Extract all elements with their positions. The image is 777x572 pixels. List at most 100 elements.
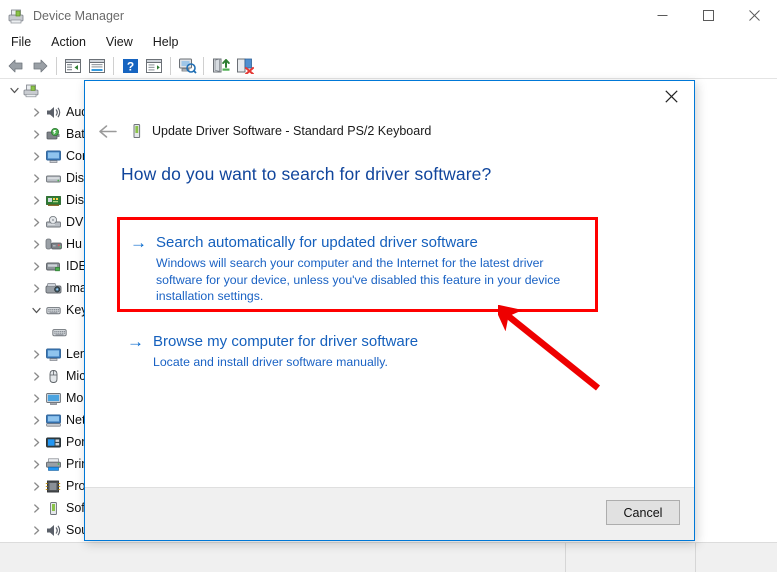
- computer-icon: [44, 148, 62, 164]
- computer-icon: [44, 346, 62, 362]
- status-bar-panel-2: [566, 543, 696, 572]
- update-driver-icon[interactable]: [142, 55, 166, 77]
- maximize-button[interactable]: [685, 0, 731, 31]
- chevron-right-icon[interactable]: [28, 126, 44, 142]
- chevron-down-icon[interactable]: [6, 82, 22, 98]
- menu-action[interactable]: Action: [42, 33, 95, 51]
- minimize-button[interactable]: [639, 0, 685, 31]
- dvd-drive-icon: [44, 214, 62, 230]
- chevron-right-icon[interactable]: [28, 390, 44, 406]
- close-icon[interactable]: [649, 81, 694, 111]
- chevron-right-icon[interactable]: [28, 148, 44, 164]
- dialog-title: Update Driver Software - Standard PS/2 K…: [152, 124, 432, 138]
- keyboard-icon: [50, 324, 68, 340]
- software-device-icon: [44, 500, 62, 516]
- arrow-right-icon: →: [130, 233, 147, 252]
- device-icon: [127, 122, 145, 140]
- option-description: Windows will search your computer and th…: [156, 256, 561, 303]
- chevron-right-icon[interactable]: [28, 236, 44, 252]
- update-driver-software-dialog: Update Driver Software - Standard PS/2 K…: [84, 80, 695, 541]
- uninstall-device-icon[interactable]: [232, 55, 256, 77]
- tree-item-label: Sof: [66, 501, 85, 515]
- chevron-right-icon[interactable]: [28, 456, 44, 472]
- chevron-right-icon[interactable]: [28, 214, 44, 230]
- ports-icon: [44, 434, 62, 450]
- chevron-right-icon[interactable]: [28, 280, 44, 296]
- menu-view[interactable]: View: [97, 33, 142, 51]
- cancel-button[interactable]: Cancel: [606, 500, 680, 525]
- menu-help[interactable]: Help: [144, 33, 188, 51]
- help-icon[interactable]: ?: [118, 55, 142, 77]
- window-controls: [639, 0, 777, 31]
- dialog-footer: Cancel: [85, 487, 694, 540]
- audio-icon: [44, 104, 62, 120]
- monitor-icon: [44, 390, 62, 406]
- print-queue-icon: [44, 456, 62, 472]
- back-arrow-icon[interactable]: [95, 118, 121, 144]
- status-bar-panel-3: [696, 543, 777, 572]
- chevron-right-icon[interactable]: [28, 434, 44, 450]
- back-icon[interactable]: [4, 55, 28, 77]
- option-text-group: Search automatically for updated driver …: [156, 232, 583, 305]
- dialog-heading: How do you want to search for driver sof…: [121, 164, 492, 184]
- tree-item-label: Net: [66, 413, 86, 427]
- toolbar-separator: [203, 56, 204, 75]
- tree-item-label: Bat: [66, 127, 85, 141]
- status-bar-main-panel: [0, 543, 566, 572]
- network-adapter-icon: [44, 412, 62, 428]
- toolbar-separator: [56, 56, 57, 75]
- computer-icon: [22, 82, 40, 98]
- option-description: Locate and install driver software manua…: [153, 355, 388, 369]
- toolbar-separator: [170, 56, 171, 75]
- chevron-right-icon[interactable]: [28, 478, 44, 494]
- option-search-automatically[interactable]: → Search automatically for updated drive…: [120, 220, 595, 305]
- mice-icon: [44, 368, 62, 384]
- scan-for-hardware-changes-icon[interactable]: [175, 55, 199, 77]
- menu-bar: File Action View Help: [0, 31, 777, 53]
- toolbar: ?: [0, 53, 777, 79]
- ide-controller-icon: [44, 258, 62, 274]
- window-title: Device Manager: [33, 8, 125, 23]
- imaging-device-icon: [44, 280, 62, 296]
- device-manager-window: Device Manager File Action View Help ? A…: [0, 0, 777, 572]
- processor-icon: [44, 478, 62, 494]
- chevron-right-icon[interactable]: [28, 412, 44, 428]
- tree-item-label: Por: [66, 435, 86, 449]
- svg-text:?: ?: [126, 59, 133, 73]
- option-title[interactable]: Search automatically for updated driver …: [156, 232, 583, 253]
- option-browse-my-computer[interactable]: → Browse my computer for driver software…: [123, 331, 593, 371]
- enable-device-icon[interactable]: [208, 55, 232, 77]
- chevron-right-icon[interactable]: [28, 104, 44, 120]
- dialog-header: Update Driver Software - Standard PS/2 K…: [85, 117, 694, 145]
- title-bar: Device Manager: [0, 0, 777, 31]
- option-title[interactable]: Browse my computer for driver software: [153, 331, 593, 352]
- tree-item-label: Mic: [66, 369, 86, 383]
- highlight-box-option-1: → Search automatically for updated drive…: [117, 217, 598, 312]
- arrow-right-icon: →: [127, 332, 144, 351]
- sound-device-icon: [44, 522, 62, 538]
- chevron-down-icon[interactable]: [28, 302, 44, 318]
- option-text-group: Browse my computer for driver software L…: [153, 331, 593, 371]
- chevron-right-icon[interactable]: [28, 170, 44, 186]
- tree-item-label: Hu: [66, 237, 82, 251]
- close-button[interactable]: [731, 0, 777, 31]
- device-manager-icon: [7, 7, 25, 25]
- forward-icon[interactable]: [28, 55, 52, 77]
- disk-drive-icon: [44, 170, 62, 186]
- battery-icon: [44, 126, 62, 142]
- display-adapter-icon: [44, 192, 62, 208]
- chevron-right-icon[interactable]: [28, 522, 44, 538]
- chevron-right-icon[interactable]: [28, 258, 44, 274]
- tree-item-label: Pro: [66, 479, 86, 493]
- chevron-right-icon[interactable]: [28, 346, 44, 362]
- properties-icon[interactable]: [85, 55, 109, 77]
- keyboard-icon: [44, 302, 62, 318]
- show-hide-console-tree-icon[interactable]: [61, 55, 85, 77]
- toolbar-separator: [113, 56, 114, 75]
- chevron-right-icon[interactable]: [28, 192, 44, 208]
- chevron-right-icon[interactable]: [28, 368, 44, 384]
- chevron-right-icon[interactable]: [28, 500, 44, 516]
- menu-file[interactable]: File: [2, 33, 40, 51]
- tree-item-label: Mo: [66, 391, 84, 405]
- status-bar: [0, 542, 777, 572]
